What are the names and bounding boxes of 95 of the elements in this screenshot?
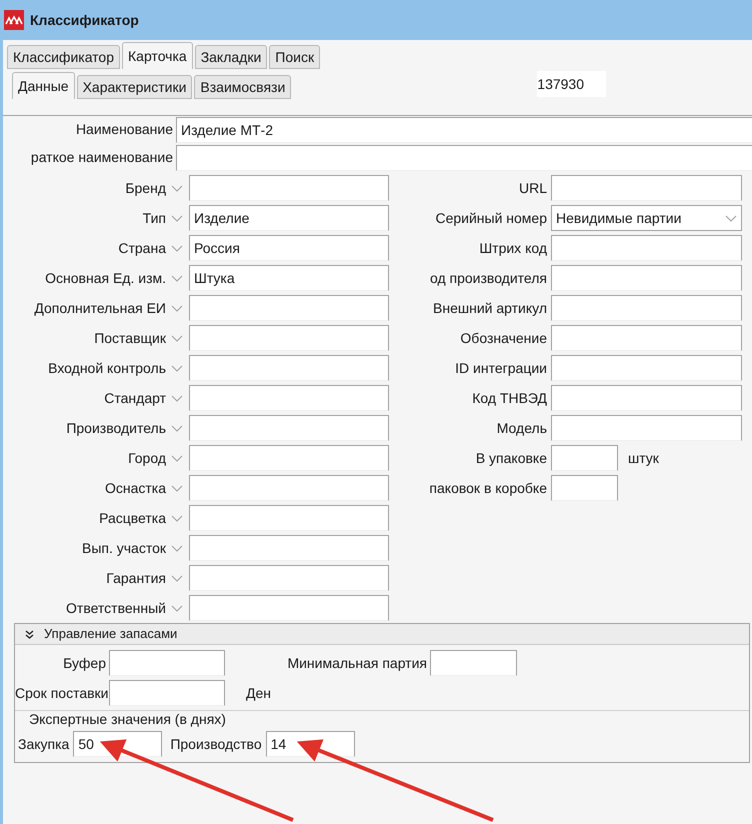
unit-label: Ден	[246, 684, 271, 703]
field-label: Буфер	[62, 654, 107, 673]
text-field[interactable]	[551, 355, 742, 381]
tab[interactable]: Характеристики	[76, 75, 192, 99]
dropdown[interactable]: Невидимые партии	[551, 205, 742, 231]
text-field[interactable]	[430, 650, 517, 676]
field-label: Ответственный	[65, 598, 166, 618]
tab[interactable]: Классификатор	[7, 45, 120, 69]
text-field[interactable]: Изделие МТ-2	[176, 116, 752, 142]
text-field[interactable]	[189, 355, 389, 381]
chevron-down-icon[interactable]	[171, 394, 183, 402]
group-title: Экспертные значения (в днях)	[28, 710, 227, 729]
text-field[interactable]: Штука	[189, 265, 389, 291]
text-field[interactable]	[551, 175, 742, 201]
field-label: паковок в коробке	[428, 478, 548, 498]
field-label: Минимальная партия	[286, 654, 428, 673]
field-label: Гарантия	[105, 568, 166, 588]
chevron-down-icon[interactable]	[171, 514, 183, 522]
field-label: ID интеграции	[454, 358, 548, 378]
text-field[interactable]	[189, 175, 389, 201]
field-label: Страна	[117, 238, 166, 258]
chevron-down-icon[interactable]	[171, 574, 183, 582]
text-field[interactable]	[189, 415, 389, 441]
text-field[interactable]	[551, 475, 618, 501]
record-id: 137930	[537, 71, 606, 97]
logo-icon	[4, 10, 24, 30]
tab[interactable]: Данные	[12, 72, 75, 99]
field-label: од производителя	[428, 268, 548, 288]
field-label: Тип	[142, 208, 166, 228]
text-field[interactable]	[551, 385, 742, 411]
chevron-down-icon[interactable]	[171, 424, 183, 432]
text-field[interactable]	[189, 445, 389, 471]
text-field[interactable]	[109, 650, 225, 676]
text-field[interactable]	[189, 505, 389, 531]
chevron-down-icon[interactable]	[171, 184, 183, 192]
chevron-down-icon[interactable]	[171, 544, 183, 552]
text-field[interactable]	[109, 680, 225, 706]
field-label: Стандарт	[103, 388, 166, 408]
text-field[interactable]	[189, 535, 389, 561]
text-field[interactable]	[551, 325, 742, 351]
text-field[interactable]: Россия	[189, 235, 389, 261]
field-label: Вып. участок	[80, 538, 166, 558]
field-label: В упаковке	[474, 448, 548, 468]
chevron-down-icon[interactable]	[171, 604, 183, 612]
text-field[interactable]	[176, 144, 752, 170]
text-field[interactable]	[551, 235, 742, 261]
text-field[interactable]	[189, 295, 389, 321]
text-field[interactable]	[551, 415, 742, 441]
tab[interactable]: Поиск	[269, 45, 320, 69]
field-label: Обозначение	[459, 328, 548, 348]
section-header[interactable]: Управление запасами	[15, 624, 749, 645]
text-field[interactable]	[189, 325, 389, 351]
section-title: Управление запасами	[44, 625, 178, 644]
unit-label: штук	[628, 448, 659, 468]
chevron-down-icon[interactable]	[171, 334, 183, 342]
text-field[interactable]	[551, 295, 742, 321]
text-field[interactable]: Изделие	[189, 205, 389, 231]
field-label: Поставщик	[93, 328, 166, 348]
text-field[interactable]	[551, 265, 742, 291]
field-label: раткое наименование	[30, 148, 174, 167]
field-label: Производитель	[65, 418, 166, 438]
tab[interactable]: Закладки	[194, 45, 268, 69]
field-label: Дополнительная ЕИ	[33, 298, 166, 318]
field-label: Наименование	[74, 120, 174, 139]
text-field[interactable]	[189, 565, 389, 591]
chevron-down-icon[interactable]	[171, 484, 183, 492]
chevron-down-icon[interactable]	[171, 304, 183, 312]
field-label: Входной контроль	[47, 358, 166, 378]
field-label: Закупка	[18, 734, 70, 754]
field-label: Внешний артикул	[432, 298, 548, 318]
chevron-down-icon[interactable]	[171, 364, 183, 372]
field-label: Срок поставки	[15, 684, 109, 703]
field-label: Серийный номер	[434, 208, 548, 228]
window-title: Классификатор	[30, 10, 139, 30]
field-label: Основная Ед. изм.	[44, 268, 166, 288]
tab[interactable]: Карточка	[122, 42, 193, 69]
chevron-down-icon[interactable]	[171, 244, 183, 252]
tab[interactable]: Взаимосвязи	[194, 75, 292, 99]
field-label: Код ТНВЭД	[471, 388, 548, 408]
field-label: Расцветка	[98, 508, 166, 528]
field-label: Штрих код	[478, 238, 548, 258]
text-field[interactable]	[189, 385, 389, 411]
field-label: URL	[518, 178, 548, 198]
chevron-down-icon[interactable]	[171, 454, 183, 462]
field-label: Производство	[170, 734, 262, 754]
chevron-down-icon[interactable]	[171, 274, 183, 282]
text-field[interactable]	[189, 595, 389, 621]
chevron-down-icon[interactable]	[725, 214, 737, 222]
text-field[interactable]	[551, 445, 618, 471]
field-label: Модель	[496, 418, 548, 438]
field-label: Бренд	[124, 178, 166, 198]
field-label: Оснастка	[104, 478, 166, 498]
text-field[interactable]	[189, 475, 389, 501]
chevron-down-icon[interactable]	[171, 214, 183, 222]
field-label: Город	[127, 448, 166, 468]
